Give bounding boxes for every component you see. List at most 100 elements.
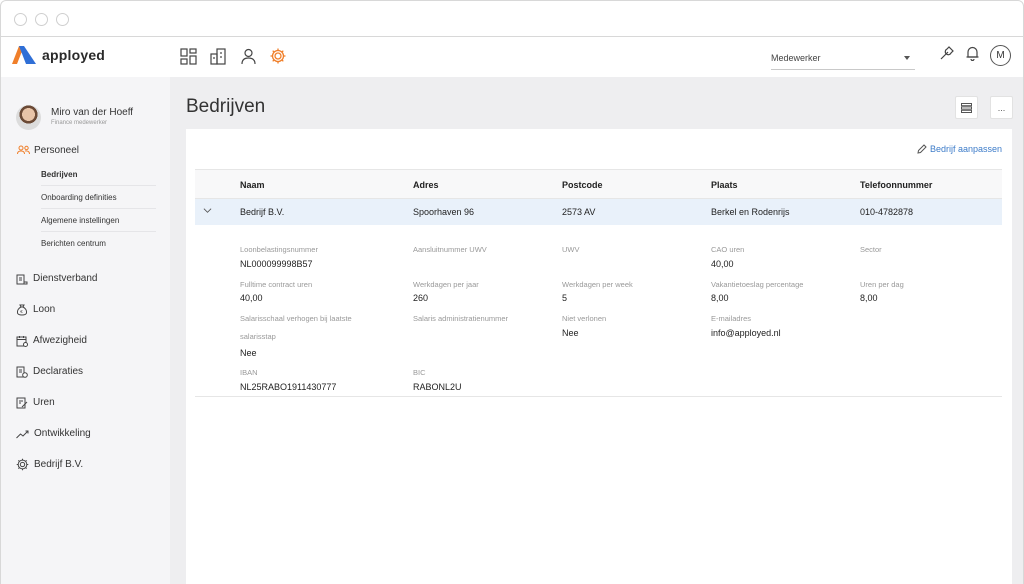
timesheet-icon (16, 397, 28, 408)
sidebar-item-label: Loon (33, 304, 56, 315)
field-label-salarisstap: salarisstap (240, 332, 276, 341)
field-value-fulltime-uren: 40,00 (240, 293, 263, 303)
field-label-iban: IBAN (240, 368, 258, 377)
companies-card: Bedrijf aanpassen Naam Adres Postcode Pl… (186, 129, 1012, 584)
column-header-naam[interactable]: Naam (240, 180, 265, 190)
apployed-logo-icon (12, 46, 36, 64)
field-label-salaris-administratienummer: Salaris administratienummer (413, 314, 509, 323)
money-bag-icon: € (16, 304, 28, 316)
column-header-adres[interactable]: Adres (413, 180, 439, 190)
contract-icon (16, 274, 28, 284)
field-label-fulltime-uren: Fulltime contract uren (240, 280, 313, 289)
dashboard-icon[interactable] (179, 46, 197, 66)
field-value-vakantietoeslag: 8,00 (711, 293, 729, 303)
sidebar-item-label: Bedrijf B.V. (34, 459, 84, 470)
column-header-postcode[interactable]: Postcode (562, 180, 603, 190)
sidebar-item-dienstverband[interactable]: Dienstverband (1, 263, 171, 294)
field-label-werkdagen-week: Werkdagen per week (562, 280, 633, 289)
top-bar: apployed Medewerker M (0, 37, 1024, 77)
field-label-niet-verlonen: Niet verlonen (562, 314, 607, 323)
list-icon (961, 102, 972, 113)
field-label-vakantietoeslag: Vakantietoeslag percentage (711, 280, 804, 289)
role-select[interactable]: Medewerker (771, 48, 915, 70)
edit-company-label: Bedrijf aanpassen (929, 144, 1002, 154)
field-label-werkdagen-jaar: Werkdagen per jaar (413, 280, 479, 289)
list-view-button[interactable] (955, 96, 978, 119)
bell-icon[interactable] (965, 45, 980, 66)
sidebar-item-afwezigheid[interactable]: Afwezigheid (1, 325, 171, 356)
column-header-telefoonnummer[interactable]: Telefoonnummer (860, 180, 932, 190)
sidebar-item-label: Ontwikkeling (34, 428, 91, 439)
field-value-niet-verlonen: Nee (562, 328, 579, 338)
sidebar-menu: Personeel Bedrijven Onboarding definitie… (1, 141, 171, 480)
cell-telefoonnummer: 010-4782878 (860, 207, 914, 217)
sidebar-item-label: Uren (33, 397, 55, 408)
window-titlebar (0, 0, 1024, 37)
sidebar-subitem-onboarding-definities[interactable]: Onboarding definities (41, 186, 156, 209)
page-title: Bedrijven (186, 96, 266, 117)
field-label-sector: Sector (860, 245, 882, 254)
person-icon[interactable] (239, 46, 257, 66)
cell-adres: Spoorhaven 96 (413, 207, 475, 217)
more-options-button[interactable]: ... (990, 96, 1013, 119)
field-label-bic: BIC (413, 368, 426, 377)
people-icon (17, 145, 30, 155)
column-header-plaats[interactable]: Plaats (711, 180, 738, 190)
gear-icon[interactable] (269, 46, 287, 66)
window-close-dot[interactable] (14, 13, 27, 26)
sidebar-item-label: Personeel (34, 144, 80, 156)
cell-naam: Bedrijf B.V. (240, 207, 285, 217)
wrench-icon[interactable] (939, 45, 955, 66)
field-label-aansluitnummer-uwv: Aansluitnummer UWV (413, 245, 487, 254)
avatar (16, 105, 41, 130)
field-value-salarisschaal: Nee (240, 348, 257, 358)
sidebar-item-ontwikkeling[interactable]: Ontwikkeling (1, 418, 171, 449)
field-value-werkdagen-jaar: 260 (413, 293, 429, 303)
sidebar-item-label: Afwezigheid (33, 335, 87, 346)
field-label-salarisschaal: Salarisschaal verhogen bij laatste (240, 314, 352, 323)
sidebar-item-label: Declaraties (33, 366, 84, 377)
field-value-cao-uren: 40,00 (711, 259, 734, 269)
cell-plaats: Berkel en Rodenrijs (711, 207, 790, 217)
app-name: apployed (42, 47, 106, 63)
field-label-uwv: UWV (562, 245, 580, 254)
field-value-iban: NL25RABO1911430777 (240, 382, 337, 392)
sidebar-item-personeel[interactable]: Personeel (1, 141, 171, 159)
table-row[interactable]: Bedrijf B.V. Spoorhaven 96 2573 AV Berke… (195, 199, 1002, 225)
role-select-value: Medewerker (771, 53, 821, 63)
sidebar-subitem-berichten-centrum[interactable]: Berichten centrum (41, 232, 156, 255)
field-value-uren-per-dag: 8,00 (860, 293, 878, 303)
chevron-down-icon[interactable] (203, 206, 212, 215)
sidebar-subitem-algemene-instellingen[interactable]: Algemene instellingen (41, 209, 156, 232)
app-logo[interactable]: apployed (12, 46, 105, 64)
field-value-bic: RABONL2U (413, 382, 462, 392)
sidebar-item-loon[interactable]: € Loon (1, 294, 171, 325)
table-header: Naam Adres Postcode Plaats Telefoonnumme… (195, 169, 1002, 199)
window-minimize-dot[interactable] (35, 13, 48, 26)
main-nav (179, 46, 287, 66)
svg-text:€: € (20, 309, 23, 314)
cell-postcode: 2573 AV (562, 207, 596, 217)
field-label-uren-per-dag: Uren per dag (860, 280, 904, 289)
field-value-email: info@apployed.nl (711, 328, 781, 338)
user-profile[interactable]: Miro van der Hoeff Finance medewerker (16, 105, 133, 130)
calendar-icon (16, 335, 28, 347)
pencil-icon (917, 144, 927, 154)
sidebar-item-uren[interactable]: Uren (1, 387, 171, 418)
field-value-loonbelastingsnummer: NL000099998B57 (240, 259, 313, 269)
window-maximize-dot[interactable] (56, 13, 69, 26)
company-details: Loonbelastingsnummer NL000099998B57 Aans… (195, 225, 1002, 397)
sidebar-item-label: Dienstverband (33, 273, 98, 284)
user-name: Miro van der Hoeff (51, 107, 134, 118)
receipt-icon (16, 366, 28, 378)
user-avatar-button[interactable]: M (990, 45, 1011, 66)
edit-company-link[interactable]: Bedrijf aanpassen (917, 144, 1002, 154)
topbar-actions: M (939, 45, 1011, 66)
main-content: Bedrijven ... Bedrijf aanpassen Naam Adr… (170, 77, 1024, 584)
trend-up-icon (16, 430, 29, 438)
buildings-icon[interactable] (209, 46, 227, 66)
sidebar-item-declaraties[interactable]: Declaraties (1, 356, 171, 387)
sidebar-item-bedrijf-bv[interactable]: Bedrijf B.V. (1, 449, 171, 480)
field-label-loonbelastingsnummer: Loonbelastingsnummer (240, 245, 318, 254)
sidebar-subitem-bedrijven[interactable]: Bedrijven (41, 163, 156, 186)
